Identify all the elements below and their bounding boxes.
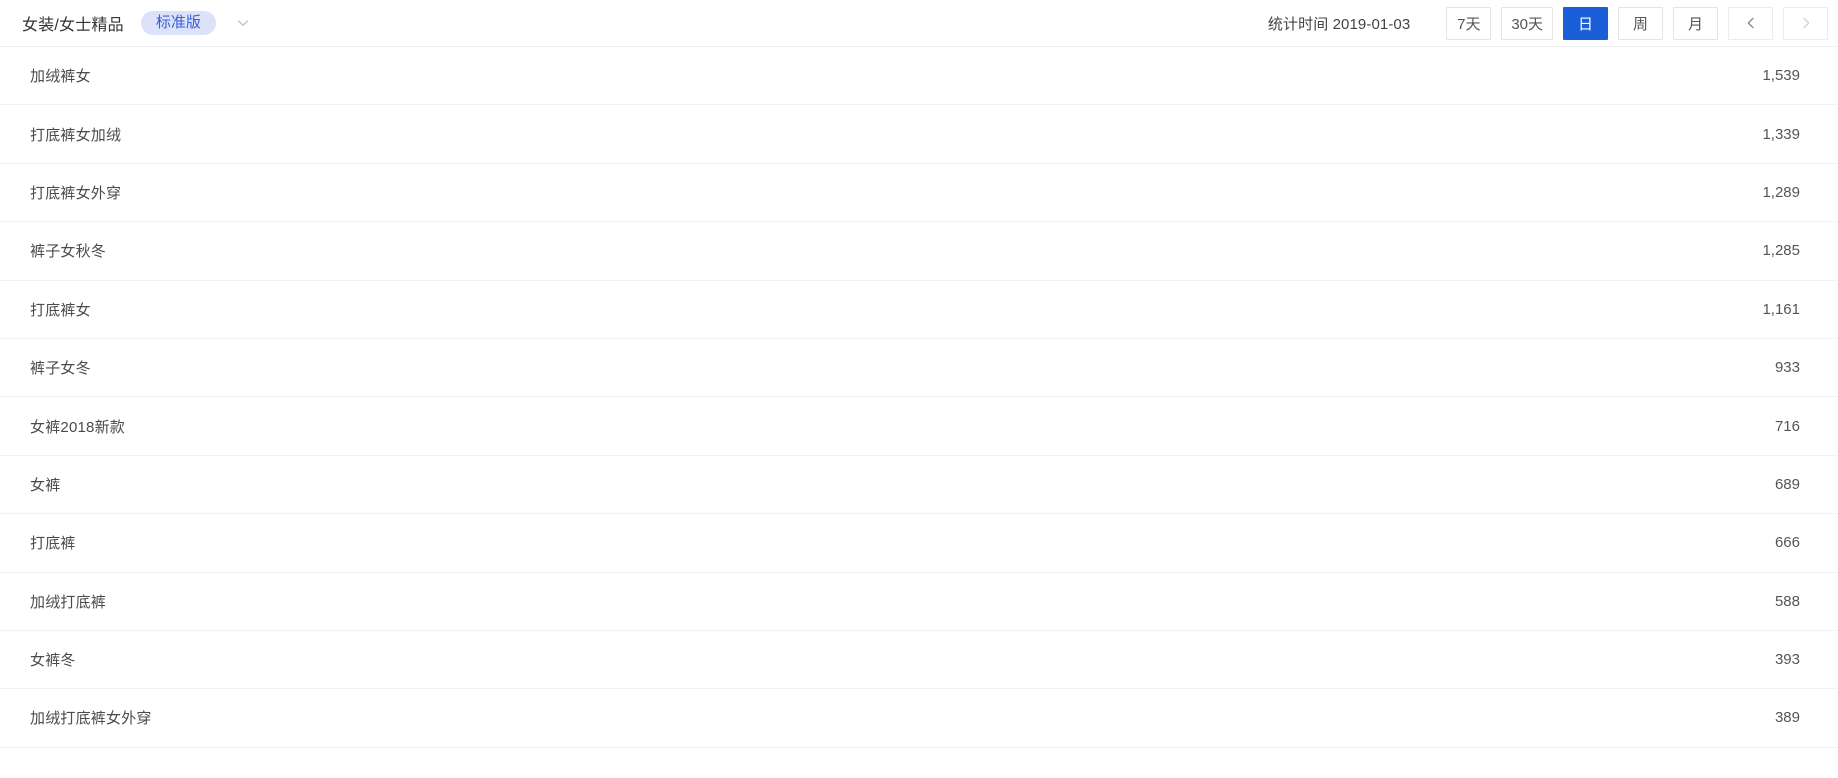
table-row[interactable]: 打底裤女加绒 1,339	[0, 105, 1838, 164]
keyword-name: 女裤冬	[30, 652, 76, 670]
table-row[interactable]: 裤子女冬 933	[0, 339, 1838, 398]
table-row[interactable]: 打底裤女外穿 1,289	[0, 164, 1838, 223]
keyword-value: 689	[1774, 475, 1800, 493]
range-button-30d[interactable]: 30天	[1501, 6, 1553, 40]
keyword-name: 加绒打底裤	[30, 593, 107, 611]
keyword-name: 女裤2018新款	[30, 418, 125, 436]
table-row[interactable]: 女裤 689	[0, 456, 1838, 515]
table-row[interactable]: 裤子女秋冬 1,285	[0, 222, 1838, 281]
table-row[interactable]: 加绒打底裤 588	[0, 573, 1838, 631]
table-row[interactable]: 打底裤女 1,161	[0, 281, 1838, 339]
table-row[interactable]: 打底裤 666	[0, 514, 1838, 573]
version-badge[interactable]: 标准版	[140, 11, 216, 35]
keyword-value: 393	[1774, 651, 1800, 669]
range-button-7d[interactable]: 7天	[1446, 6, 1492, 40]
keyword-value: 389	[1774, 709, 1800, 727]
table-row[interactable]: 加绒裤女 1,539	[0, 47, 1838, 106]
keyword-name: 加绒裤女	[30, 68, 91, 86]
statistics-time-label: 统计时间 2019-01-03	[1267, 15, 1411, 33]
header-right-group: 统计时间 2019-01-03 7天 30天 日 周 月	[1267, 6, 1828, 40]
keyword-value: 588	[1774, 592, 1800, 610]
keyword-name: 打底裤女加绒	[30, 126, 122, 144]
keyword-value: 716	[1774, 417, 1800, 435]
keyword-name: 打底裤女	[30, 301, 91, 319]
pagination-nav-group	[1728, 6, 1828, 40]
keyword-name: 打底裤女外穿	[30, 184, 122, 202]
next-page-button[interactable]	[1783, 6, 1828, 40]
header-left-group: 女装/女士精品 标准版	[22, 10, 256, 36]
keyword-name: 打底裤	[30, 535, 76, 553]
keyword-value: 1,161	[1762, 300, 1800, 318]
range-button-month[interactable]: 月	[1673, 6, 1718, 40]
page-title: 女装/女士精品	[22, 17, 124, 34]
keyword-name: 加绒打底裤女外穿	[30, 710, 152, 728]
chevron-down-icon[interactable]	[230, 10, 256, 36]
keyword-value: 666	[1774, 534, 1800, 552]
range-button-day[interactable]: 日	[1563, 6, 1608, 40]
keyword-value: 933	[1774, 359, 1800, 377]
table-row[interactable]: 女裤2018新款 716	[0, 397, 1838, 456]
keyword-value: 1,285	[1762, 242, 1800, 260]
prev-page-button[interactable]	[1728, 6, 1773, 40]
keyword-value: 1,289	[1762, 183, 1800, 201]
range-button-week[interactable]: 周	[1618, 6, 1663, 40]
keyword-name: 裤子女秋冬	[30, 243, 107, 261]
time-range-button-group: 7天 30天 日 周 月	[1446, 6, 1718, 40]
chevron-left-icon	[1744, 16, 1758, 30]
keyword-value: 1,539	[1762, 67, 1800, 85]
chevron-right-icon	[1799, 16, 1813, 30]
table-row[interactable]: 女裤冬 393	[0, 631, 1838, 690]
keyword-name: 女裤	[30, 476, 61, 494]
keyword-name: 裤子女冬	[30, 360, 91, 378]
panel-header: 女装/女士精品 标准版 统计时间 2019-01-03 7天 30天 日 周 月	[0, 0, 1838, 47]
keyword-list: 加绒裤女 1,539 打底裤女加绒 1,339 打底裤女外穿 1,289 裤子女…	[0, 47, 1838, 748]
keyword-ranking-panel: 女装/女士精品 标准版 统计时间 2019-01-03 7天 30天 日 周 月	[0, 0, 1838, 778]
keyword-value: 1,339	[1762, 125, 1800, 143]
table-row[interactable]: 加绒打底裤女外穿 389	[0, 689, 1838, 748]
